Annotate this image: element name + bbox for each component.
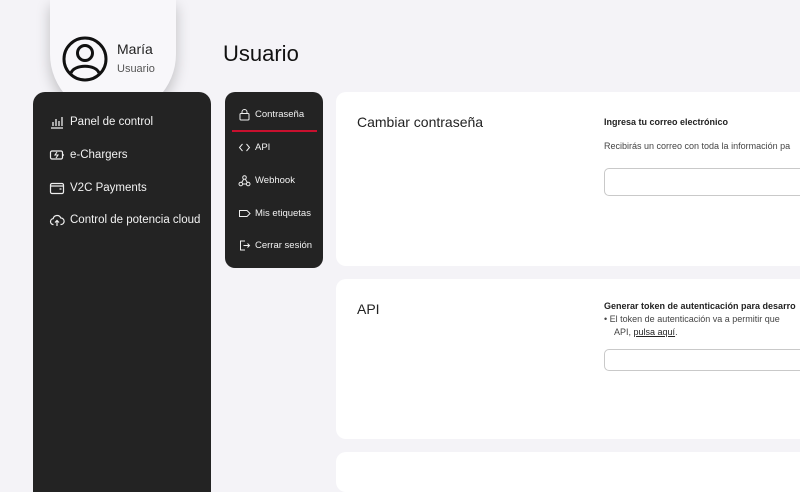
user-avatar-icon <box>62 36 108 82</box>
api-card: API Generar token de autenticación para … <box>336 279 800 439</box>
tag-icon <box>239 210 251 217</box>
user-name: María <box>117 41 153 57</box>
token-info-line-2: API, pulsa aquí. <box>614 327 678 337</box>
tab-api[interactable]: API <box>238 141 270 154</box>
submenu-item-label: Cerrar sesión <box>255 240 313 251</box>
sidebar-item-label: Control de potencia cloud <box>70 214 201 226</box>
sidebar-item-label: V2C Payments <box>70 182 147 194</box>
tab-webhook[interactable]: Webhook <box>238 174 295 187</box>
card-title: API <box>357 301 380 317</box>
token-field-label: Generar token de autenticación para desa… <box>604 301 796 311</box>
wallet-icon <box>49 180 65 196</box>
tab-cerrar-sesion[interactable]: Cerrar sesión <box>238 239 312 252</box>
email-field-label: Ingresa tu correo electrónico <box>604 117 729 127</box>
submenu-item-label: API <box>255 142 271 153</box>
sidebar-item-v2c-payments[interactable]: V2C Payments <box>49 180 147 196</box>
token-field[interactable] <box>604 349 800 371</box>
change-password-card: Cambiar contraseña Ingresa tu correo ele… <box>336 92 800 266</box>
bar-chart-icon <box>49 114 65 130</box>
user-role: Usuario <box>117 63 155 75</box>
tab-contrasena[interactable]: Contraseña <box>238 108 304 121</box>
webhook-icon <box>238 175 251 187</box>
token-info-line-1: • El token de autenticación va a permiti… <box>604 314 780 324</box>
generate-token-link[interactable]: pulsa aquí <box>634 327 676 337</box>
active-tab-indicator <box>232 130 317 132</box>
page-title: Usuario <box>223 41 299 66</box>
card-title: Cambiar contraseña <box>357 114 484 130</box>
email-description: Recibirás un correo con toda la informac… <box>604 141 791 151</box>
sidebar-item-label: Panel de control <box>70 116 154 128</box>
submenu-item-label: Webhook <box>255 175 295 186</box>
email-field[interactable] <box>604 168 800 196</box>
logout-icon <box>240 240 251 251</box>
sidebar-item-label: e-Chargers <box>70 149 128 161</box>
user-settings-menu: Contraseña API Webhook Mis etiquetas Cer… <box>225 92 323 268</box>
submenu-item-label: Mis etiquetas <box>255 208 311 219</box>
submenu-item-label: Contraseña <box>255 109 305 120</box>
battery-charge-icon <box>49 147 65 163</box>
next-card <box>336 452 800 492</box>
main-sidebar: Panel de control e-Chargers V2C Payments… <box>33 92 211 492</box>
token-info: • El token de autenticación va a permiti… <box>604 313 780 339</box>
sidebar-item-control-de-potencia-cloud[interactable]: Control de potencia cloud <box>49 212 200 228</box>
tab-mis-etiquetas[interactable]: Mis etiquetas <box>238 207 311 220</box>
sidebar-item-e-chargers[interactable]: e-Chargers <box>49 147 128 163</box>
sidebar-item-panel-de-control[interactable]: Panel de control <box>49 114 153 130</box>
lock-icon <box>239 109 250 121</box>
code-icon <box>238 143 251 152</box>
cloud-upload-icon <box>49 212 65 228</box>
